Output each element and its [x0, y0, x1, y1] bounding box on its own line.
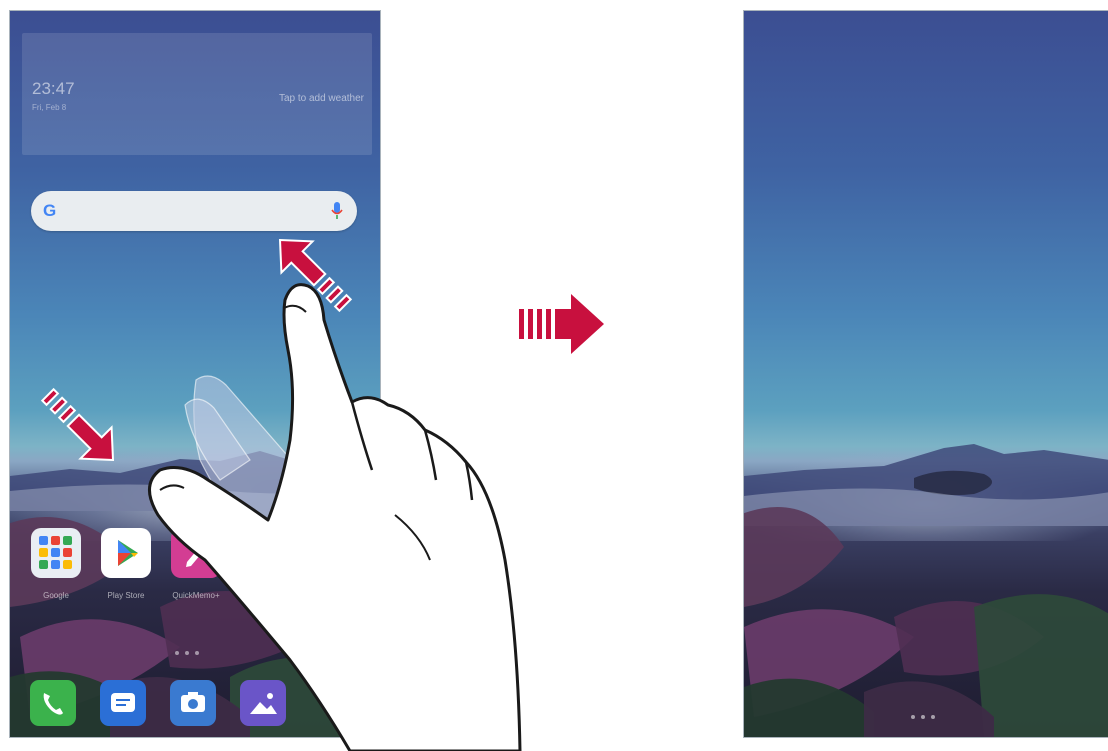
hand-icon — [148, 283, 522, 751]
pinch-gesture-overlay — [40, 238, 522, 751]
pinch-arrow-down-icon — [40, 387, 115, 462]
